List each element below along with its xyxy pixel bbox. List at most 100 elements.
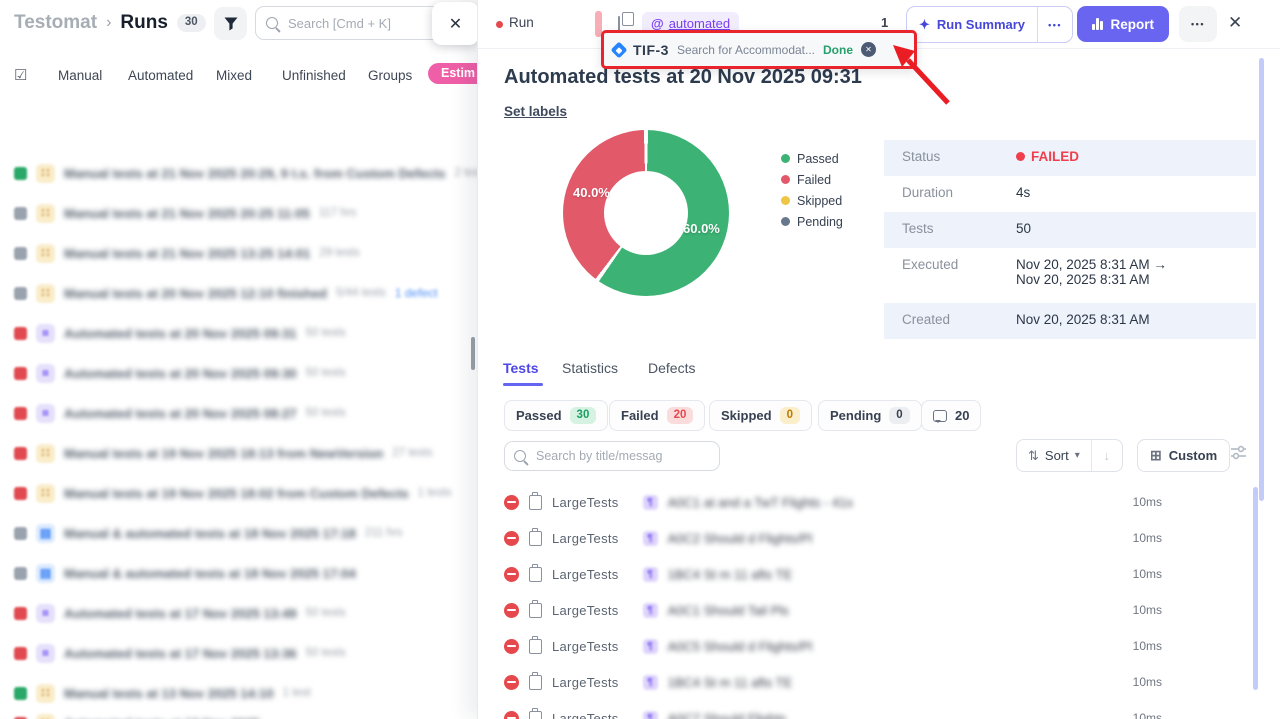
- run-list-item[interactable]: ¤ Automated tests at 20 Nov 2025 09:30 5…: [14, 353, 477, 393]
- run-status-icon: [14, 647, 27, 660]
- close-panel-button[interactable]: ✕: [1228, 13, 1242, 33]
- legend-item-failed[interactable]: Failed: [781, 169, 843, 190]
- test-id-badge: ¶: [643, 603, 658, 618]
- filter-chip-passed[interactable]: Passed 30: [504, 400, 608, 431]
- automated-run-icon: ¤: [36, 364, 55, 383]
- tab-manual[interactable]: Manual: [58, 68, 102, 83]
- run-info-table: Status FAILED Duration 4s Tests 50 Execu…: [884, 140, 1256, 339]
- legend-dot-pending: [781, 217, 790, 226]
- manual-run-icon: ∷: [36, 684, 55, 703]
- test-row[interactable]: LargeTests ¶ A0C1 Should Tail Pls 10ms: [504, 592, 1162, 628]
- info-label: Executed: [902, 257, 1016, 272]
- clear-search-button[interactable]: ✕: [432, 2, 477, 45]
- set-labels-link[interactable]: Set labels: [504, 104, 567, 119]
- run-title: Manual tests at 21 Nov 2025 13:25 14:01: [64, 246, 310, 261]
- status-badge: FAILED: [1016, 149, 1079, 164]
- tune-filters-icon[interactable]: [1230, 445, 1247, 465]
- legend-item-passed[interactable]: Passed: [781, 148, 843, 169]
- run-status-icon: [14, 207, 27, 220]
- run-list-item[interactable]: ∷ Manual tests at 20 Nov 2025 12:10 fini…: [14, 273, 477, 313]
- test-row[interactable]: LargeTests ¶ 1BC4 St m 11 afts TE 10ms: [504, 664, 1162, 700]
- filter-chip-comments[interactable]: 20: [921, 400, 981, 431]
- filter-chip-skipped[interactable]: Skipped 0: [709, 400, 812, 431]
- test-case-icon: [529, 711, 542, 719]
- run-status-icon: [14, 527, 27, 540]
- legend-item-skipped[interactable]: Skipped: [781, 190, 843, 211]
- run-list-item[interactable]: ¤ Automated tests at 20 Nov 2025 09:31 5…: [14, 313, 477, 353]
- run-list-item[interactable]: ▤ Manual & automated tests at 18 Nov 202…: [14, 553, 477, 593]
- run-title: Automated tests at 20 Nov 2025 09:31: [64, 326, 297, 341]
- test-row[interactable]: LargeTests ¶ A0C1 at and a TwT Flights -…: [504, 484, 1162, 520]
- run-status-icon: [14, 567, 27, 580]
- tests-search[interactable]: [504, 441, 720, 471]
- test-list-scrollbar[interactable]: [1253, 487, 1258, 690]
- more-actions-button[interactable]: •••: [1179, 6, 1217, 42]
- tab-groups[interactable]: Groups: [368, 68, 412, 83]
- linked-issue-chip[interactable]: TIF-3 Search for Accommodat... Done ✕: [601, 30, 917, 69]
- run-title: Manual tests at 13 Nov 2025 14:10: [64, 686, 274, 701]
- automated-run-icon: ¤: [36, 404, 55, 423]
- run-title: Automated tests at 17 Nov 2025 13:49: [64, 606, 297, 621]
- grid-icon: ⊞: [1150, 447, 1162, 464]
- tab-automated[interactable]: Automated: [128, 68, 193, 83]
- global-search[interactable]: [255, 6, 445, 40]
- info-row-tests: Tests 50: [884, 212, 1256, 248]
- left-scrollbar[interactable]: [471, 337, 475, 370]
- legend-label: Passed: [797, 152, 839, 166]
- run-status-icon: [14, 327, 27, 340]
- run-list-item[interactable]: ∷ Manual tests at 21 Nov 2025 13:25 14:0…: [14, 233, 477, 273]
- legend-item-pending[interactable]: Pending: [781, 211, 843, 232]
- mixed-run-icon: ▤: [36, 524, 55, 543]
- filter-chip-failed[interactable]: Failed 20: [609, 400, 705, 431]
- run-list-item[interactable]: ∷ Manual tests at 21 Nov 2025 20:25 11:0…: [14, 193, 477, 233]
- run-list-item[interactable]: ¤ Automated tests at 20 Nov 2025 08:27 5…: [14, 393, 477, 433]
- run-list-item[interactable]: ∷ Manual tests at 21 Nov 2025 20:29, 9 t…: [14, 153, 477, 193]
- test-row[interactable]: LargeTests ¶ A0C7 Should Flights 10ms: [504, 700, 1162, 719]
- run-status-icon: [14, 287, 27, 300]
- remove-issue-button[interactable]: ✕: [861, 42, 876, 57]
- filter-button[interactable]: [214, 7, 247, 40]
- info-row-created: Created Nov 20, 2025 8:31 AM: [884, 303, 1256, 339]
- chip-label: Failed: [621, 408, 659, 423]
- run-list-item[interactable]: ∷ Manual tests at 19 Nov 2025 18:13 from…: [14, 433, 477, 473]
- run-list-item[interactable]: ∷ Automated tests at 12 Nov 2025: [14, 703, 477, 719]
- test-title: A0C1 at and a TwT Flights - 41s: [668, 495, 853, 510]
- tab-tests[interactable]: Tests: [503, 360, 539, 376]
- filter-chip-pending[interactable]: Pending 0: [818, 400, 922, 431]
- automated-run-icon: ¤: [36, 604, 55, 623]
- sort-control[interactable]: ⇅ Sort ▾ ↓: [1016, 439, 1123, 472]
- run-list-item[interactable]: ¤ Automated tests at 17 Nov 2025 13:36 5…: [14, 633, 477, 673]
- run-meta: 1 tests: [418, 487, 452, 499]
- tests-search-input[interactable]: [534, 448, 710, 464]
- run-list-item[interactable]: ¤ Automated tests at 17 Nov 2025 13:49 5…: [14, 593, 477, 633]
- chip-count: 20: [955, 408, 969, 423]
- run-summary-button[interactable]: ✦ Run Summary •••: [906, 6, 1073, 43]
- tab-estimate[interactable]: Estim: [428, 63, 477, 84]
- select-runs-icon[interactable]: ☑: [14, 66, 27, 84]
- tab-statistics[interactable]: Statistics: [562, 360, 618, 376]
- test-row[interactable]: LargeTests ¶ A0C2 Should d Flights/Pl 10…: [504, 520, 1162, 556]
- manual-run-icon: ∷: [36, 244, 55, 263]
- tab-unfinished[interactable]: Unfinished: [282, 68, 346, 83]
- panel-scrollbar[interactable]: [1259, 58, 1264, 501]
- tab-mixed[interactable]: Mixed: [216, 68, 252, 83]
- global-search-input[interactable]: [286, 15, 434, 32]
- test-row[interactable]: LargeTests ¶ A0C5 Should d Flights/Pl 10…: [504, 628, 1162, 664]
- run-list-item[interactable]: ▤ Manual & automated tests at 18 Nov 202…: [14, 513, 477, 553]
- run-title: Manual tests at 19 Nov 2025 18:02 from C…: [64, 486, 409, 501]
- sort-label: Sort: [1045, 448, 1069, 463]
- custom-columns-button[interactable]: ⊞ Custom: [1137, 439, 1230, 472]
- report-button[interactable]: Report: [1077, 6, 1169, 42]
- legend-label: Skipped: [797, 194, 842, 208]
- sort-direction-button[interactable]: ↓: [1091, 440, 1122, 471]
- run-status-icon: [14, 687, 27, 700]
- breadcrumb-brand[interactable]: Testomat: [14, 12, 97, 34]
- run-defect-link[interactable]: 1 defect: [395, 286, 438, 300]
- info-value: Nov 20, 2025 8:31 AM → Nov 20, 2025 8:31…: [1016, 257, 1167, 287]
- test-suite: LargeTests: [552, 603, 619, 618]
- run-list-item[interactable]: ∷ Manual tests at 19 Nov 2025 18:02 from…: [14, 473, 477, 513]
- test-row[interactable]: LargeTests ¶ 1BC4 St m 11 afts TE 10ms: [504, 556, 1162, 592]
- run-meta: 2 tests: [454, 167, 477, 179]
- run-summary-more-button[interactable]: •••: [1037, 7, 1072, 42]
- tab-defects[interactable]: Defects: [648, 360, 695, 376]
